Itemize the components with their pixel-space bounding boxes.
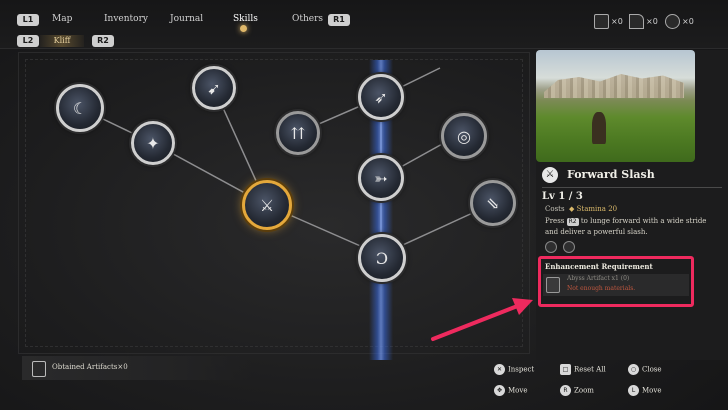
circle-button-icon: ○ bbox=[628, 364, 639, 375]
obtained-artifacts-bar: Obtained Artifacts×0 bbox=[22, 356, 252, 380]
move-stick-hint: L Move bbox=[628, 385, 661, 396]
move-dpad-hint: ✥ Move bbox=[494, 385, 527, 396]
artifact-icon bbox=[32, 361, 46, 377]
inspect-hint[interactable]: ✕ Inspect bbox=[494, 364, 534, 375]
cross-button-icon: ✕ bbox=[494, 364, 505, 375]
annotation-arrow bbox=[431, 298, 533, 341]
l-stick-icon: L bbox=[628, 385, 639, 396]
close-hint[interactable]: ○ Close bbox=[628, 364, 662, 375]
obtained-artifacts-label: Obtained Artifacts×0 bbox=[52, 363, 128, 371]
r-stick-icon: R bbox=[560, 385, 571, 396]
dpad-icon: ✥ bbox=[494, 385, 505, 396]
square-button-icon: □ bbox=[560, 364, 571, 375]
zoom-hint: R Zoom bbox=[560, 385, 594, 396]
reset-all-hint[interactable]: □ Reset All bbox=[560, 364, 606, 375]
